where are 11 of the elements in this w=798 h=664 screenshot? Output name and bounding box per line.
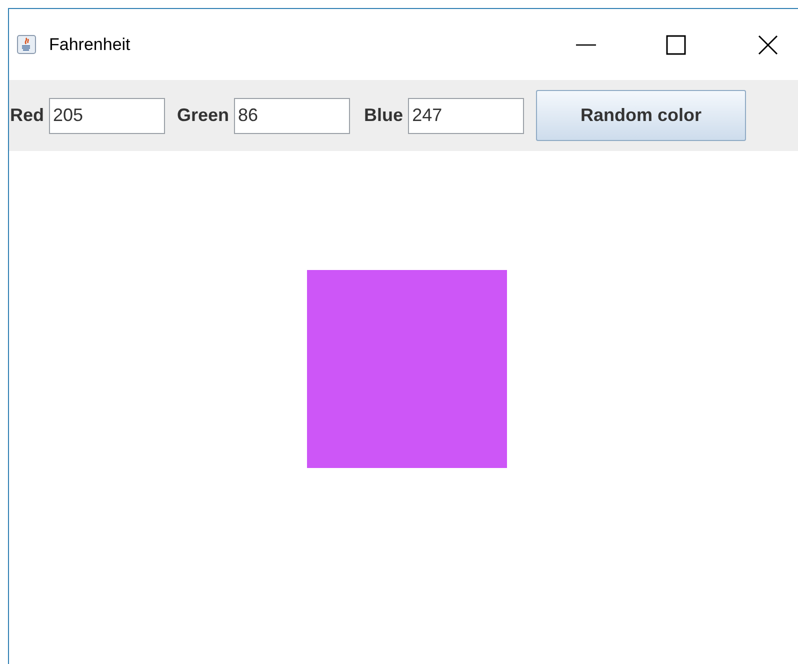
random-color-button[interactable]: Random color	[536, 90, 746, 141]
maximize-icon[interactable]	[666, 34, 686, 54]
app-icon	[17, 35, 36, 54]
input-field[interactable]: 247	[408, 98, 524, 134]
field-label: Green	[177, 104, 230, 127]
window-title: Fahrenheit	[49, 34, 130, 56]
field-label: Blue	[364, 104, 404, 127]
input-field[interactable]: 86	[234, 98, 350, 134]
field-label: Red	[10, 104, 44, 127]
close-icon[interactable]	[758, 34, 778, 54]
input-field[interactable]: 205	[49, 98, 166, 134]
